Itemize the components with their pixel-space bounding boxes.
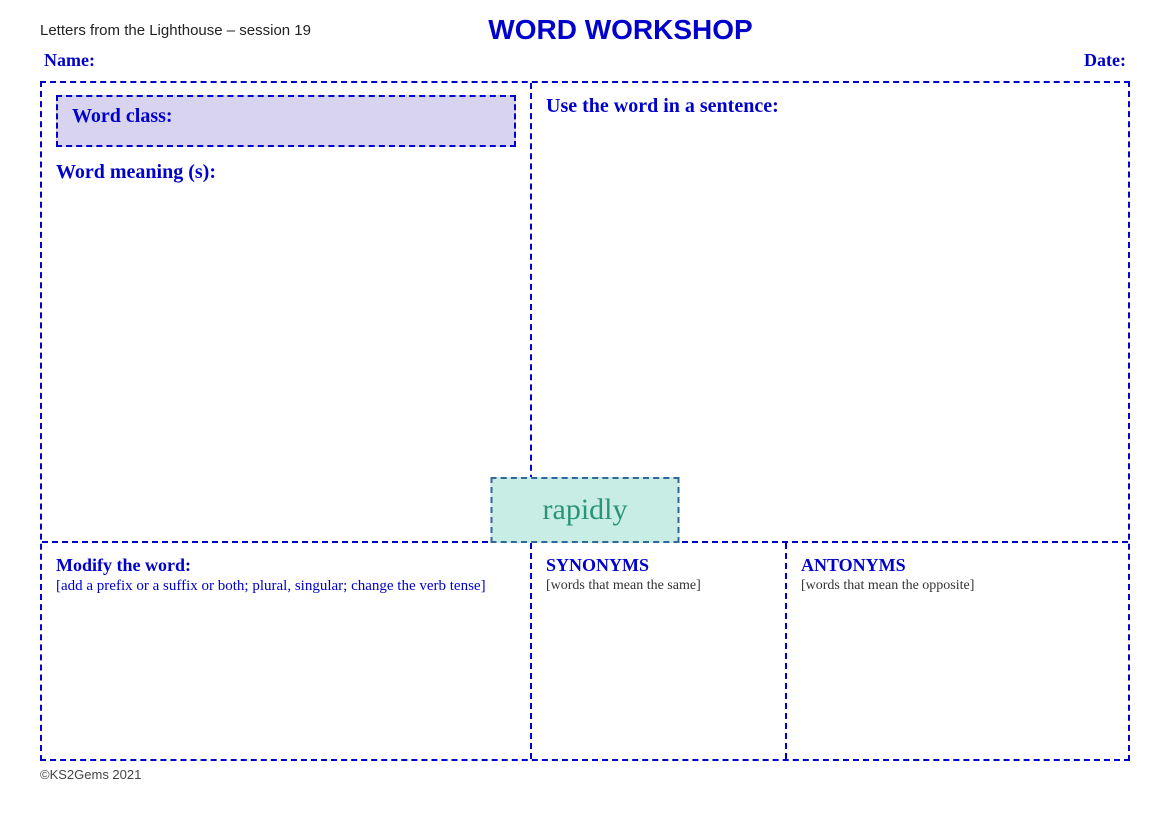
header-row: Letters from the Lighthouse – session 19…: [40, 14, 1130, 46]
date-label: Date:: [1084, 50, 1126, 71]
word-class-label: Word class:: [72, 105, 173, 127]
synonyms-sub: [words that mean the same]: [546, 578, 771, 594]
right-panel: Use the word in a sentence:: [532, 83, 1128, 541]
center-word-text: rapidly: [543, 493, 628, 526]
antonyms-sub: [words that mean the opposite]: [801, 578, 1114, 594]
footer: ©KS2Gems 2021: [40, 767, 1130, 782]
copyright-label: ©KS2Gems 2021: [40, 767, 141, 782]
name-label: Name:: [44, 50, 95, 71]
synonyms-panel: SYNONYMS [words that mean the same]: [532, 543, 787, 759]
word-class-box: Word class:: [56, 95, 516, 147]
word-meaning-label: Word meaning (s):: [56, 161, 216, 183]
antonyms-label: ANTONYMS: [801, 555, 906, 575]
session-label: Letters from the Lighthouse – session 19: [40, 22, 311, 39]
left-panel: Word class: Word meaning (s):: [42, 83, 532, 541]
main-title: WORD WORKSHOP: [311, 14, 930, 46]
main-grid: Word class: Word meaning (s): Use the wo…: [40, 81, 1130, 761]
synonyms-label: SYNONYMS: [546, 555, 649, 575]
word-meaning-section: Word meaning (s):: [56, 161, 516, 184]
name-date-row: Name: Date:: [40, 50, 1130, 71]
modify-sub: [add a prefix or a suffix or both; plura…: [56, 578, 516, 595]
modify-panel: Modify the word: [add a prefix or a suff…: [42, 543, 532, 759]
page: Letters from the Lighthouse – session 19…: [0, 0, 1170, 827]
modify-label: Modify the word: [add a prefix or a suff…: [56, 555, 516, 595]
use-sentence-label: Use the word in a sentence:: [546, 95, 779, 117]
bottom-row: Modify the word: [add a prefix or a suff…: [42, 543, 1128, 759]
modify-bold: Modify the word:: [56, 555, 191, 575]
top-row-wrapper: Word class: Word meaning (s): Use the wo…: [42, 83, 1128, 543]
center-word-bubble: rapidly: [491, 477, 680, 543]
antonyms-panel: ANTONYMS [words that mean the opposite]: [787, 543, 1128, 759]
